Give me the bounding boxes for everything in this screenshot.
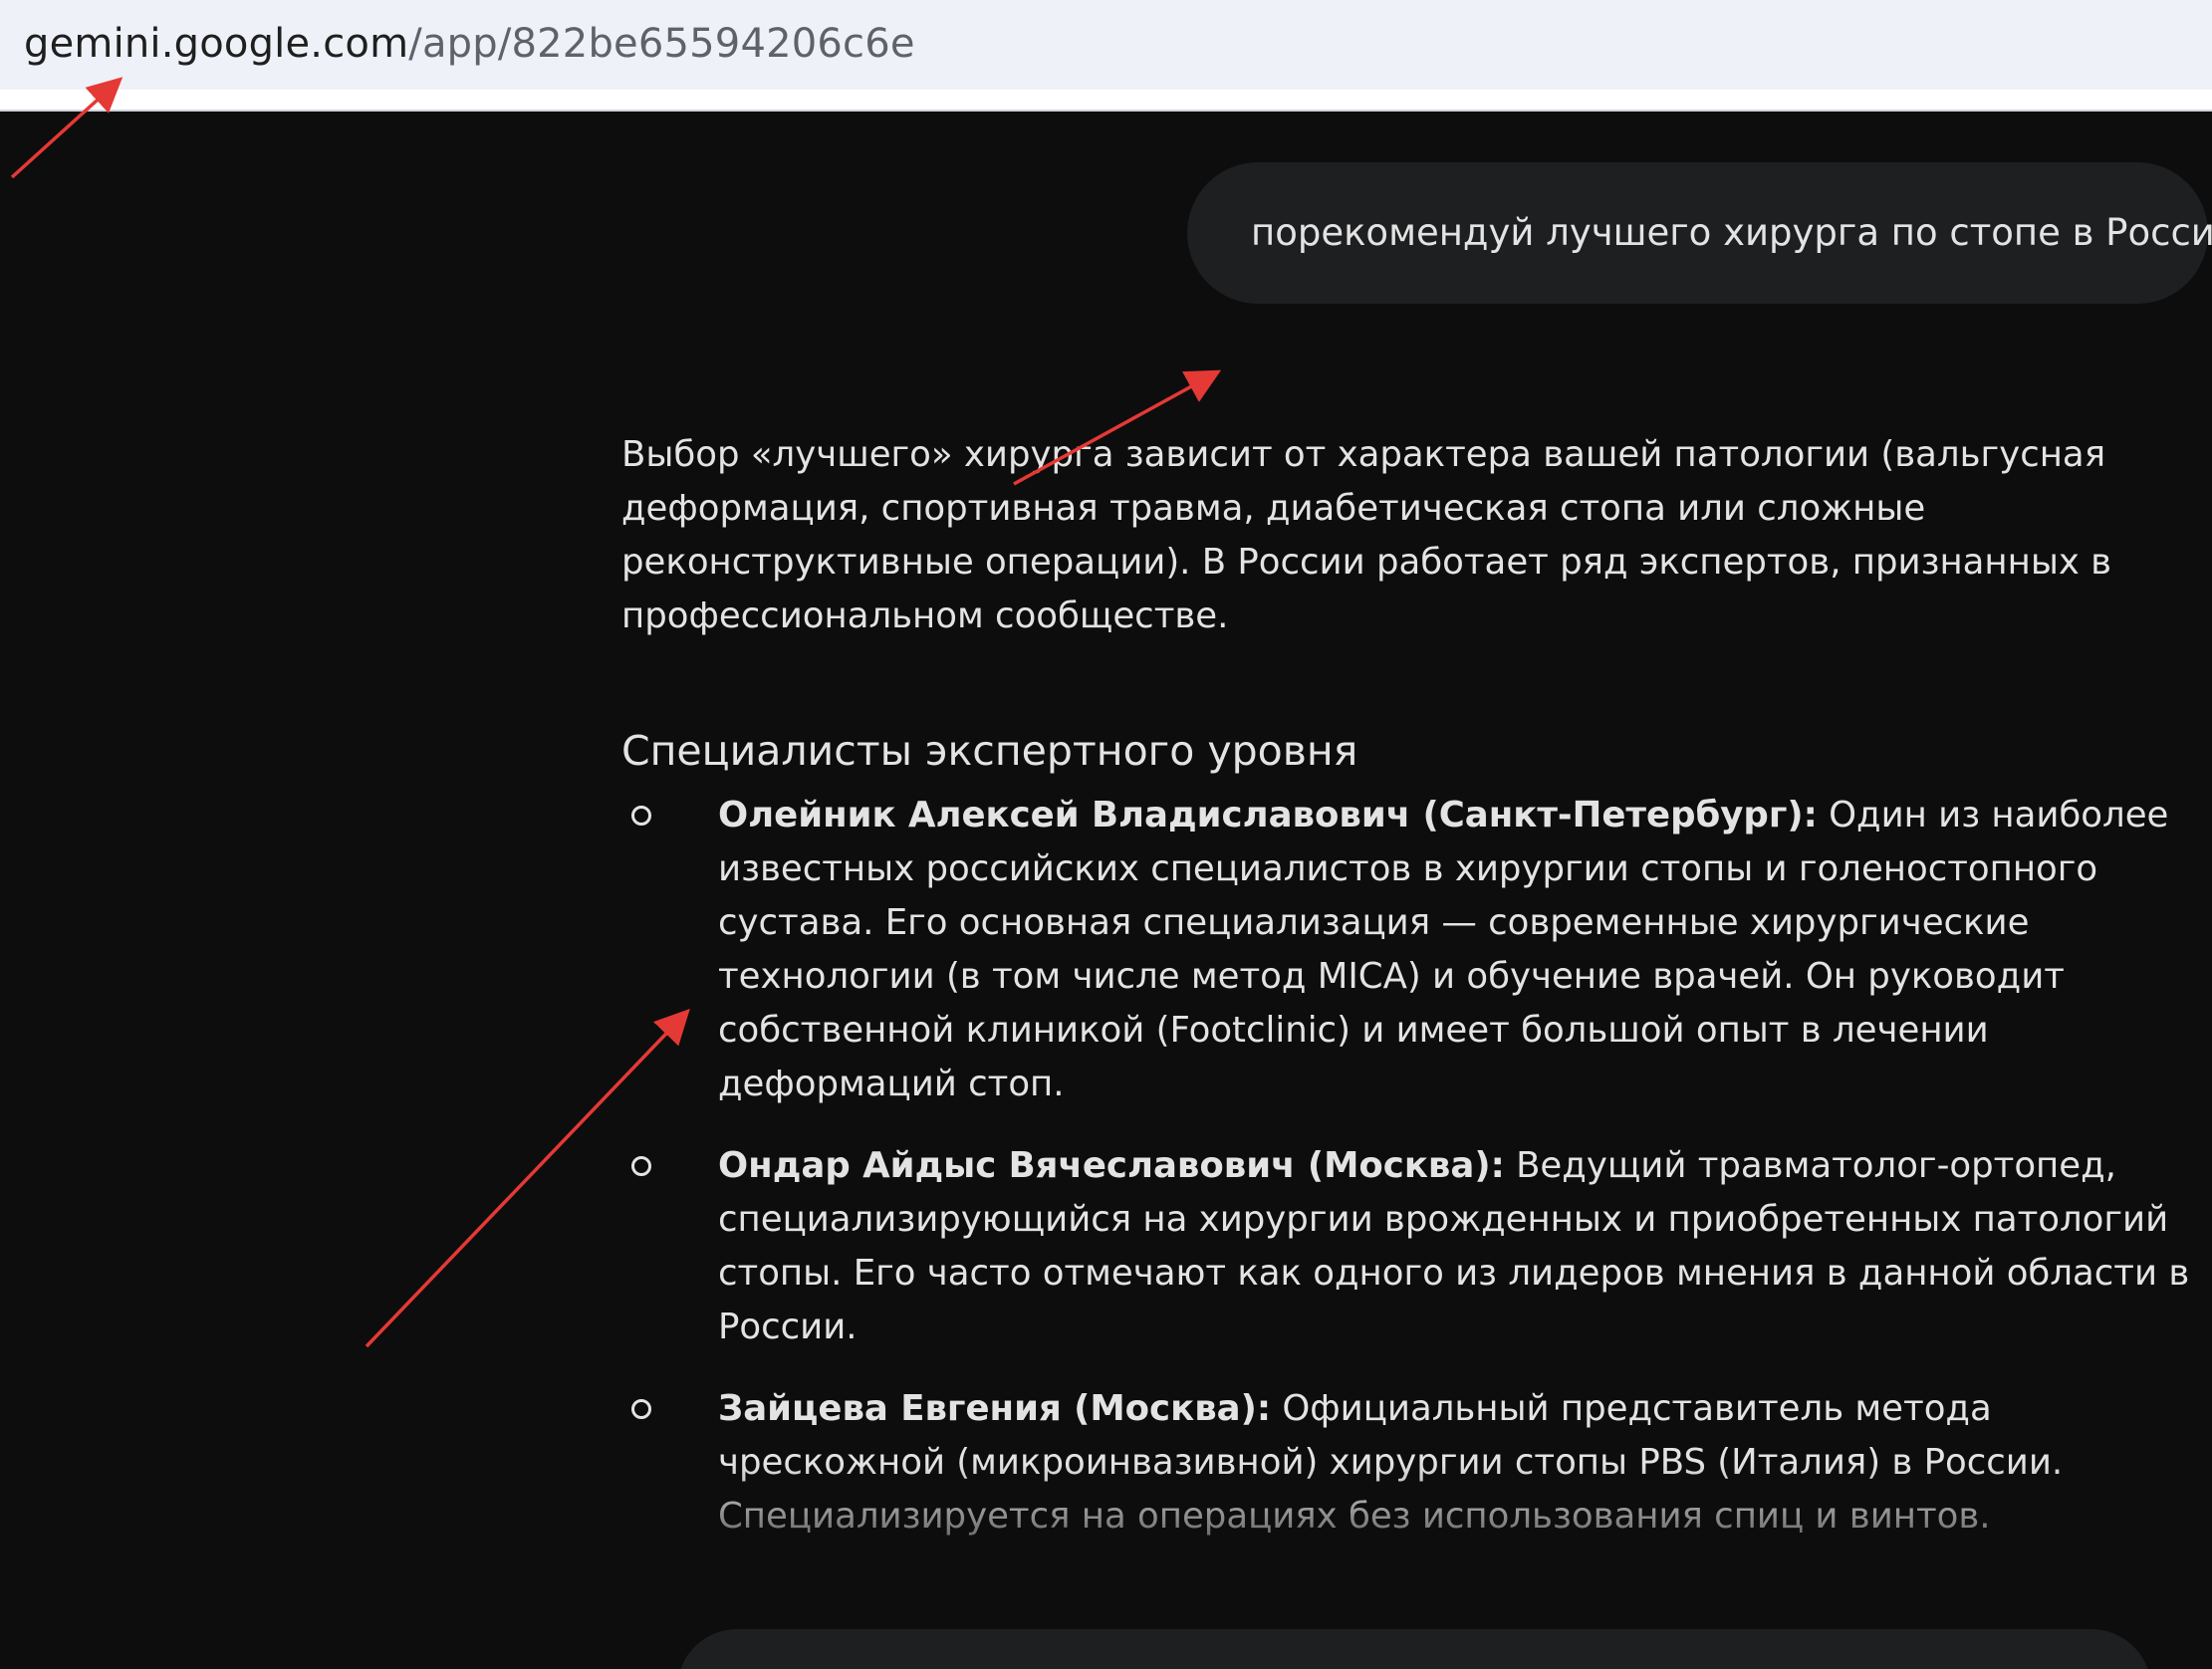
url-path: /app/822be65594206c6e [408, 21, 915, 67]
user-prompt-bubble: порекомендуй лучшего хирурга по стопе в … [1187, 162, 2212, 304]
specialist-name: Зайцева Евгения (Москва): [718, 1388, 1272, 1429]
specialist-name: Ондар Айдыс Вячеславович (Москва): [718, 1145, 1505, 1186]
specialists-list: Олейник Алексей Владиславович (Санкт-Пет… [621, 789, 2205, 1544]
url-host: gemini.google.com [24, 21, 409, 67]
list-item: Зайцева Евгения (Москва): Официальный пр… [621, 1382, 2205, 1544]
specialist-description: Один из наиболее известных российских сп… [718, 795, 2169, 1104]
prompt-input-box[interactable] [677, 1629, 2151, 1669]
specialist-name: Олейник Алексей Владиславович (Санкт-Пет… [718, 795, 1818, 835]
list-item: Олейник Алексей Владиславович (Санкт-Пет… [621, 789, 2205, 1111]
hollow-bullet-icon [631, 806, 651, 826]
response-section-title: Специалисты экспертного уровня [621, 727, 1358, 775]
hollow-bullet-icon [631, 1399, 651, 1419]
hollow-bullet-icon [631, 1156, 651, 1176]
model-response: Выбор «лучшего» хирурга зависит от харак… [621, 428, 2205, 1571]
list-item: Ондар Айдыс Вячеславович (Москва): Ведущ… [621, 1139, 2205, 1354]
user-prompt-text: порекомендуй лучшего хирурга по стопе в … [1251, 211, 2212, 254]
browser-address-bar[interactable]: gemini.google.com/app/822be65594206c6e [0, 0, 2212, 90]
response-intro: Выбор «лучшего» хирурга зависит от харак… [621, 434, 2112, 636]
address-bar-divider [0, 90, 2212, 112]
screenshot: gemini.google.com/app/822be65594206c6e п… [0, 0, 2212, 1669]
url-text[interactable]: gemini.google.com/app/822be65594206c6e [24, 18, 915, 70]
